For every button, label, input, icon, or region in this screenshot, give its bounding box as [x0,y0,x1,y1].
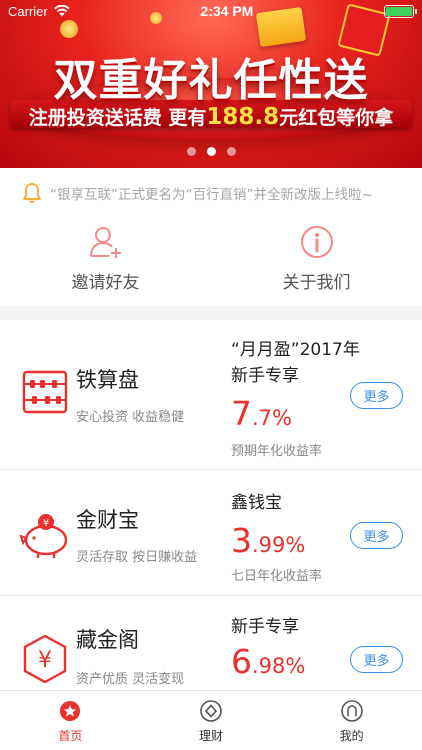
product-tags: 灵活存取 按日赚收益 [76,550,198,565]
tab-home[interactable]: 首页 [0,691,141,750]
notice-text: “银享互联”正式更名为“百行直销”并全新改版上线啦~ [50,187,373,203]
tab-finance-label: 理财 [199,729,224,743]
carousel-dot[interactable] [226,147,236,156]
about-us-button[interactable]: 关于我们 [211,218,422,306]
promo-banner[interactable]: 双重好礼任性送 注册投资送话费 更有188.8元红包等你拿 [0,0,422,168]
more-button[interactable]: 更多 [350,646,403,673]
carousel-dot[interactable] [186,147,196,156]
rate-decimal: .99% [252,533,306,557]
more-button[interactable]: 更多 [350,382,403,409]
banner-subtitle-amount: 188.8 [206,104,280,130]
tab-finance[interactable]: 理财 [141,691,282,750]
product-name: 藏金阁 [76,628,139,652]
about-us-label: 关于我们 [282,273,351,293]
tab-profile-label: 我的 [339,729,364,743]
invite-friend-icon [89,227,121,258]
rate-integer: 7 [231,394,252,433]
rate-integer: 3 [231,521,252,560]
carousel-dot-active[interactable] [206,147,216,156]
banner-subtitle: 注册投资送话费 更有188.8元红包等你拿 [0,103,422,130]
wifi-icon [54,5,70,17]
profile-icon [340,700,363,722]
rate-decimal: .98% [252,654,306,678]
battery-icon [384,4,417,18]
product-card-tiesuanpan[interactable]: 铁算盘 安心投资 收益稳健 “月月盈”2017年新手专享 7.7% 预期年化收益… [0,320,422,470]
tab-home-label: 首页 [58,729,83,743]
home-star-icon [60,701,81,721]
status-bar: Carrier 2:34 PM [0,0,422,22]
piggy-bank-icon: ¥ [19,514,68,558]
carrier-label: Carrier [8,3,48,19]
tab-bar: 首页 理财 我的 [0,690,422,750]
battery-level [386,6,412,16]
quick-links: 邀请好友 关于我们 [0,218,422,306]
yuan-hexagon-icon: ¥ [23,634,67,684]
invite-friends-button[interactable]: 邀请好友 [0,218,211,306]
clock: 2:34 PM [200,3,254,19]
product-name: 铁算盘 [76,368,139,392]
product-list: 铁算盘 安心投资 收益稳健 “月月盈”2017年新手专享 7.7% 预期年化收益… [0,320,422,690]
product-tags: 安心投资 收益稳健 [76,410,185,425]
banner-subtitle-suffix: 元红包等你拿 [279,107,394,129]
invite-friends-label: 邀请好友 [71,273,140,293]
notice-bar[interactable]: “银享互联”正式更名为“百行直销”并全新改版上线啦~ [0,168,422,218]
product-card-jincaibao[interactable]: ¥ 金财宝 灵活存取 按日赚收益 鑫钱宝 3.99% 七日年化收益率 更多 [0,470,422,596]
rate-integer: 6 [231,642,252,681]
rate-decimal: .7% [252,406,292,430]
more-button[interactable]: 更多 [350,522,403,549]
product-title: 新手专享 [231,617,299,637]
coin-decoration [60,20,78,38]
finance-diamond-icon [200,700,222,722]
product-title: 鑫钱宝 [231,493,282,513]
abacus-icon [22,370,68,414]
tab-profile[interactable]: 我的 [281,691,422,750]
banner-title: 双重好礼任性送 [53,55,369,106]
rate-label: 预期年化收益率 [231,444,323,459]
banner-subtitle-prefix: 注册投资送话费 更有 [28,107,207,129]
product-rate: 7.7% [231,394,292,433]
svg-text:¥: ¥ [38,648,52,673]
product-rate: 3.99% [231,521,305,560]
product-card-cangjinge[interactable]: ¥ 藏金阁 资产优质 灵活变现 新手专享 6.98% 更多 [0,596,422,690]
bell-icon [23,183,41,204]
carousel-indicator [0,147,422,156]
svg-text:¥: ¥ [43,518,49,529]
info-icon [300,226,333,258]
product-name: 金财宝 [76,508,139,532]
product-rate: 6.98% [231,642,305,681]
rate-label: 七日年化收益率 [231,569,323,584]
product-title: “月月盈”2017年新手专享 [231,340,360,386]
product-tags: 资产优质 灵活变现 [76,672,185,687]
